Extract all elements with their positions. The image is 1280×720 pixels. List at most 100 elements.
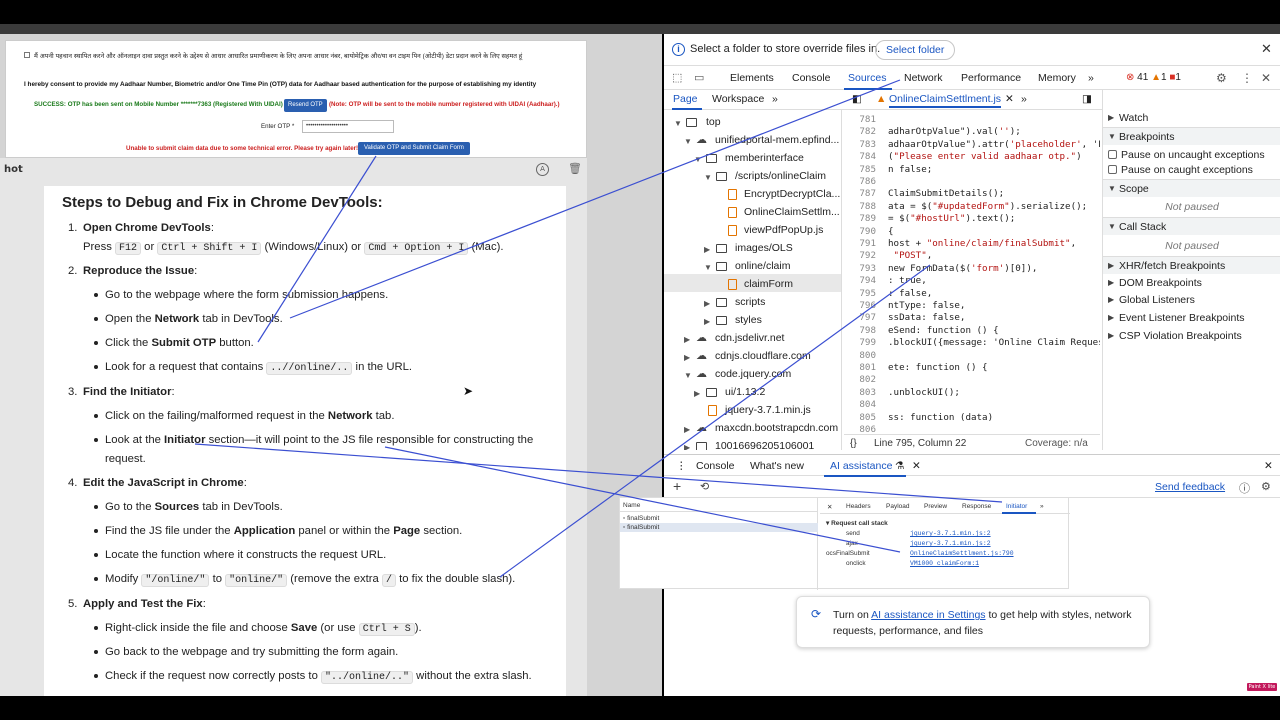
line-number[interactable]: 783 bbox=[846, 139, 876, 150]
section-global-listeners[interactable]: ▶ Global Listeners bbox=[1103, 291, 1280, 309]
line-number[interactable]: 795 bbox=[846, 288, 876, 299]
assistant-icon[interactable]: A bbox=[536, 163, 549, 176]
tab-preview[interactable]: Preview bbox=[924, 503, 947, 510]
tree-item-memberinterface[interactable]: memberinterface bbox=[725, 152, 804, 164]
section-breakpoints[interactable]: ▼ Breakpoints bbox=[1103, 127, 1280, 145]
subtab-page[interactable]: Page bbox=[673, 93, 698, 105]
section-watch[interactable]: ▶ Watch bbox=[1103, 109, 1280, 127]
stack-link[interactable]: VM1000 claimForm:1 bbox=[910, 560, 979, 567]
line-number[interactable]: 789 bbox=[846, 213, 876, 224]
validate-submit-button[interactable]: Validate OTP and Submit Claim Form bbox=[358, 142, 470, 155]
close-icon[interactable]: ✕ bbox=[827, 503, 832, 511]
tree-item-cdn[interactable]: maxcdn.bootstrapcdn.com bbox=[715, 422, 838, 434]
line-number[interactable]: 786 bbox=[846, 176, 876, 187]
more-subtabs-icon[interactable]: » bbox=[772, 93, 778, 105]
pause-caught-option[interactable]: Pause on caught exceptions bbox=[1103, 161, 1280, 179]
section-dom-breakpoints[interactable]: ▶ DOM Breakpoints bbox=[1103, 274, 1280, 292]
tree-item-cdn[interactable]: cdn.jsdelivr.net bbox=[715, 332, 784, 344]
line-number[interactable]: 800 bbox=[846, 350, 876, 361]
history-icon[interactable]: ⟲ bbox=[700, 480, 709, 493]
resend-otp-button[interactable]: Resend OTP bbox=[284, 99, 327, 112]
close-file-icon[interactable]: ✕ bbox=[1005, 93, 1014, 105]
line-number[interactable]: 788 bbox=[846, 201, 876, 212]
tab-performance[interactable]: Performance bbox=[961, 72, 1021, 84]
tree-item-scripts-online[interactable]: /scripts/onlineClaim bbox=[735, 170, 826, 182]
request-row[interactable]: ▫ finalSubmit bbox=[623, 515, 659, 522]
line-number[interactable]: 803 bbox=[846, 387, 876, 398]
close-tab-icon[interactable]: ✕ bbox=[912, 460, 921, 472]
plus-icon[interactable]: + bbox=[673, 478, 681, 494]
consent-checkbox[interactable] bbox=[24, 52, 30, 58]
subtab-workspace[interactable]: Workspace bbox=[712, 93, 764, 105]
close-drawer-icon[interactable]: ✕ bbox=[1264, 460, 1273, 472]
more-tabs-icon[interactable]: » bbox=[1040, 503, 1044, 510]
tree-item-ui[interactable]: ui/1.13.2 bbox=[725, 386, 765, 398]
tree-item-file[interactable]: jquery-3.7.1.min.js bbox=[725, 404, 811, 416]
tab-response[interactable]: Response bbox=[962, 503, 991, 510]
send-feedback-link[interactable]: Send feedback bbox=[1155, 481, 1225, 493]
line-number[interactable]: 797 bbox=[846, 312, 876, 323]
line-number[interactable]: 782 bbox=[846, 126, 876, 137]
tree-item-file[interactable]: viewPdfPopUp.js bbox=[744, 224, 823, 236]
stack-link[interactable]: jquery-3.7.1.min.js:2 bbox=[910, 540, 991, 547]
tab-network[interactable]: Network bbox=[904, 72, 943, 84]
stack-link[interactable]: OnlineClaimSettlment.js:790 bbox=[910, 550, 1014, 557]
tree-item-images[interactable]: images/OLS bbox=[735, 242, 793, 254]
tree-item-claimform[interactable]: claimForm bbox=[744, 278, 793, 290]
tree-item-file[interactable]: EncryptDecryptCla... bbox=[744, 188, 840, 200]
tree-item-styles[interactable]: styles bbox=[735, 314, 762, 326]
tab-memory[interactable]: Memory bbox=[1038, 72, 1076, 84]
drawer-tab-whats-new[interactable]: What's new bbox=[750, 460, 804, 472]
drawer-tab-console[interactable]: Console bbox=[696, 460, 735, 472]
gear-icon[interactable]: ⚙ bbox=[1216, 71, 1227, 85]
toggle-debugger-icon[interactable]: ◨ bbox=[1082, 93, 1092, 105]
select-folder-button[interactable]: Select folder bbox=[875, 40, 956, 60]
line-number[interactable]: 791 bbox=[846, 238, 876, 249]
line-number[interactable]: 781 bbox=[846, 114, 876, 125]
trash-icon[interactable]: 🗑 bbox=[568, 162, 582, 175]
section-event-listener-breakpoints[interactable]: ▶ Event Listener Breakpoints bbox=[1103, 309, 1280, 327]
help-icon[interactable]: ⓘ bbox=[1239, 480, 1250, 496]
tree-item-portal[interactable]: unifiedportal-mem.epfind... bbox=[715, 134, 839, 146]
tree-item-scripts[interactable]: scripts bbox=[735, 296, 765, 308]
line-number[interactable]: 784 bbox=[846, 151, 876, 162]
drawer-tab-ai-assistance[interactable]: AI assistance bbox=[830, 460, 892, 472]
line-number[interactable]: 802 bbox=[846, 374, 876, 385]
toggle-navigator-icon[interactable]: ◧ bbox=[852, 93, 862, 105]
inspect-icon[interactable]: ⬚ bbox=[672, 71, 682, 84]
tree-item-top[interactable]: top bbox=[706, 116, 721, 128]
line-number[interactable]: 787 bbox=[846, 188, 876, 199]
otp-input[interactable]: •••••••••••••••••••• bbox=[302, 120, 394, 133]
section-scope[interactable]: ▼ Scope bbox=[1103, 179, 1280, 197]
tree-item-online-claim[interactable]: online/claim bbox=[735, 260, 790, 272]
line-number[interactable]: 794 bbox=[846, 275, 876, 286]
line-number[interactable]: 785 bbox=[846, 164, 876, 175]
gear-icon[interactable]: ⚙ bbox=[1261, 480, 1271, 493]
line-number[interactable]: 801 bbox=[846, 362, 876, 373]
checkbox[interactable] bbox=[1108, 165, 1117, 174]
line-number[interactable]: 805 bbox=[846, 412, 876, 423]
line-number[interactable]: 793 bbox=[846, 263, 876, 274]
line-number[interactable]: 799 bbox=[846, 337, 876, 348]
line-number[interactable]: 792 bbox=[846, 250, 876, 261]
line-number[interactable]: 804 bbox=[846, 399, 876, 410]
checkbox[interactable] bbox=[1108, 150, 1117, 159]
line-number[interactable]: 790 bbox=[846, 226, 876, 237]
kebab-menu-icon[interactable]: ⋮ bbox=[1241, 71, 1253, 85]
tab-payload[interactable]: Payload bbox=[886, 503, 910, 510]
line-number[interactable]: 798 bbox=[846, 325, 876, 336]
section-csp-breakpoints[interactable]: ▶ CSP Violation Breakpoints bbox=[1103, 327, 1280, 345]
file-tab[interactable]: OnlineClaimSettlment.js bbox=[889, 93, 1002, 108]
tab-elements[interactable]: Elements bbox=[730, 72, 774, 84]
request-row[interactable]: ▫ finalSubmit bbox=[623, 524, 659, 531]
more-tabs-icon[interactable]: » bbox=[1088, 72, 1094, 84]
more-files-icon[interactable]: » bbox=[1021, 93, 1027, 105]
stack-link[interactable]: jquery-3.7.1.min.js:2 bbox=[910, 530, 991, 537]
tab-headers[interactable]: Headers bbox=[846, 503, 871, 510]
tree-item-cdn[interactable]: cdnjs.cloudflare.com bbox=[715, 350, 811, 362]
close-icon[interactable]: ✕ bbox=[1261, 71, 1271, 85]
code-editor[interactable]: 781 782 adharOtpValue").val(''); 783 adhaarO… bbox=[844, 110, 1100, 450]
section-xhr-breakpoints[interactable]: ▶ XHR/fetch Breakpoints bbox=[1103, 256, 1280, 274]
tree-item-frame[interactable]: 10016696205106001 bbox=[715, 440, 814, 450]
issue-counters[interactable]: ⊗ 41 ▲1 ■1 bbox=[1126, 72, 1181, 83]
